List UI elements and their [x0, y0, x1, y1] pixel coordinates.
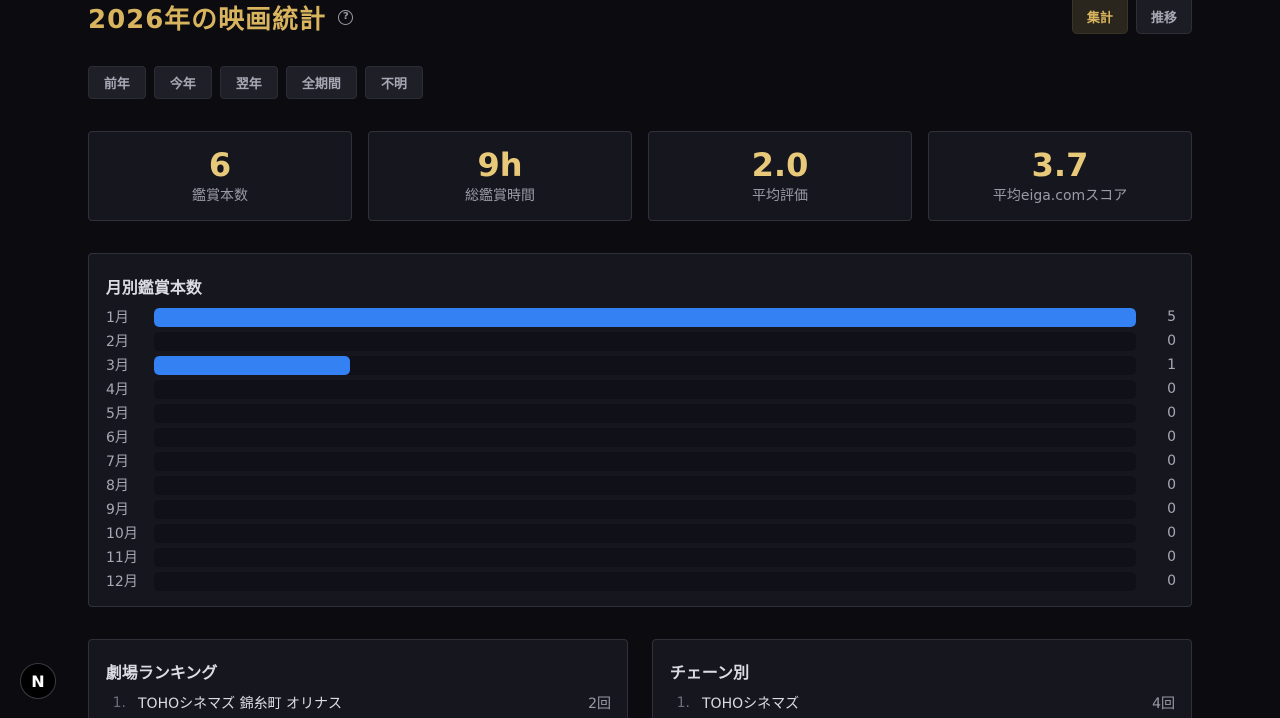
list-item[interactable]: 1. TOHOシネマズ 4回 — [670, 693, 1175, 713]
bar-track — [154, 331, 1136, 351]
chain-name: TOHOシネマズ — [702, 696, 800, 712]
bar-track — [154, 523, 1136, 543]
bar-row: 4月 0 — [106, 377, 1176, 401]
bar-month-label: 2月 — [106, 334, 129, 350]
monthly-chart-title: 月別鑑賞本数 — [106, 278, 203, 297]
bar-row: 7月 0 — [106, 449, 1176, 473]
visit-count: 2回 — [588, 696, 611, 712]
bar-row: 5月 0 — [106, 401, 1176, 425]
stat-label: 総鑑賞時間 — [465, 188, 535, 204]
bar-track — [154, 355, 1136, 375]
bar-month-label: 11月 — [106, 550, 138, 566]
bar-value-label: 0 — [1167, 525, 1176, 541]
stat-card-eiga-score: 3.7 平均eiga.comスコア — [928, 131, 1192, 221]
bar-row: 6月 0 — [106, 425, 1176, 449]
bar-month-label: 3月 — [106, 358, 129, 374]
stats-page: 2026年の映画統計 ? 集計 推移 前年 今年 翌年 全期間 不明 6 鑑賞本… — [0, 0, 1280, 718]
bar-value-label: 0 — [1167, 333, 1176, 349]
bar-row: 1月 5 — [106, 305, 1176, 329]
unknown-year-button[interactable]: 不明 — [365, 66, 424, 99]
theater-name: TOHOシネマズ 錦糸町 オリナス — [138, 696, 343, 712]
bar-row: 12月 0 — [106, 569, 1176, 593]
bar-month-label: 1月 — [106, 310, 129, 326]
tab-trend[interactable]: 推移 — [1135, 0, 1192, 34]
help-icon[interactable]: ? — [338, 9, 354, 25]
next-dev-badge[interactable]: N — [20, 663, 56, 699]
bar — [154, 355, 351, 375]
bar-row: 8月 0 — [106, 473, 1176, 497]
bar-value-label: 1 — [1167, 357, 1176, 373]
visit-count: 4回 — [1152, 696, 1175, 712]
year-filter: 前年 今年 翌年 全期間 不明 — [88, 66, 424, 99]
bar-value-label: 0 — [1167, 573, 1176, 589]
rank-number: 1. — [676, 695, 690, 711]
chain-ranking-panel: チェーン別 1. TOHOシネマズ 4回 — [652, 639, 1192, 718]
monthly-bar-chart: 1月 5 2月 0 3月 1 4月 0 5月 0 6月 0 7月 0 8月 0 9月 0 10月 0 11月 0 12月 0 — [106, 305, 1176, 593]
bar-row: 11月 0 — [106, 545, 1176, 569]
stat-label: 平均eiga.comスコア — [992, 188, 1128, 204]
bar-month-label: 8月 — [106, 478, 129, 494]
rank-number: 1. — [112, 695, 126, 711]
bar-track — [154, 547, 1136, 567]
bar-track — [154, 427, 1136, 447]
stat-card-rating: 2.0 平均評価 — [648, 131, 912, 221]
bar-row: 10月 0 — [106, 521, 1176, 545]
bar-value-label: 0 — [1167, 429, 1176, 445]
monthly-chart-panel: 月別鑑賞本数 1月 5 2月 0 3月 1 4月 0 5月 0 6月 0 7月 0 8月 0 9月 0 10月 0 11… — [88, 253, 1192, 607]
stat-label: 平均評価 — [752, 188, 808, 204]
this-year-button[interactable]: 今年 — [154, 66, 213, 99]
theater-ranking-title: 劇場ランキング — [106, 663, 218, 682]
bar-value-label: 0 — [1167, 477, 1176, 493]
bar-track — [154, 571, 1136, 591]
bar-row: 3月 1 — [106, 353, 1176, 377]
stat-cards: 6 鑑賞本数 9h 総鑑賞時間 2.0 平均評価 3.7 平均eiga.comス… — [88, 131, 1192, 221]
bar-row: 2月 0 — [106, 329, 1176, 353]
stat-value: 6 — [208, 146, 232, 184]
bar-month-label: 6月 — [106, 430, 129, 446]
bar-value-label: 0 — [1167, 453, 1176, 469]
bar-value-label: 0 — [1167, 549, 1176, 565]
bar-value-label: 0 — [1167, 381, 1176, 397]
stat-label: 鑑賞本数 — [192, 188, 248, 204]
bar-month-label: 4月 — [106, 382, 129, 398]
bar-track — [154, 403, 1136, 423]
next-year-button[interactable]: 翌年 — [220, 66, 279, 99]
all-time-button[interactable]: 全期間 — [286, 66, 358, 99]
bar-month-label: 7月 — [106, 454, 129, 470]
bar-value-label: 0 — [1167, 501, 1176, 517]
bar-value-label: 5 — [1167, 309, 1176, 325]
stat-value: 3.7 — [1031, 146, 1089, 184]
bar-track — [154, 499, 1136, 519]
theater-ranking-panel: 劇場ランキング 1. TOHOシネマズ 錦糸町 オリナス 2回 — [88, 639, 628, 718]
bar-track — [154, 475, 1136, 495]
bar-month-label: 10月 — [106, 526, 138, 542]
list-item[interactable]: 1. TOHOシネマズ 錦糸町 オリナス 2回 — [106, 693, 611, 713]
title-row: 2026年の映画統計 ? — [88, 0, 354, 35]
prev-year-button[interactable]: 前年 — [88, 66, 147, 99]
chain-ranking-title: チェーン別 — [670, 663, 750, 682]
stat-value: 2.0 — [751, 146, 809, 184]
bar-month-label: 12月 — [106, 574, 138, 590]
stat-value: 9h — [477, 146, 523, 184]
stat-card-count: 6 鑑賞本数 — [88, 131, 352, 221]
page-title: 2026年の映画統計 — [88, 4, 327, 35]
bar-value-label: 0 — [1167, 405, 1176, 421]
tab-summary[interactable]: 集計 — [1071, 0, 1128, 34]
bar-month-label: 5月 — [106, 406, 129, 422]
bar — [154, 307, 1136, 327]
view-toggle: 集計 推移 — [1071, 0, 1192, 34]
bar-track — [154, 379, 1136, 399]
bar-row: 9月 0 — [106, 497, 1176, 521]
bar-track — [154, 451, 1136, 471]
bar-track — [154, 307, 1136, 327]
bar-month-label: 9月 — [106, 502, 129, 518]
stat-card-hours: 9h 総鑑賞時間 — [368, 131, 632, 221]
